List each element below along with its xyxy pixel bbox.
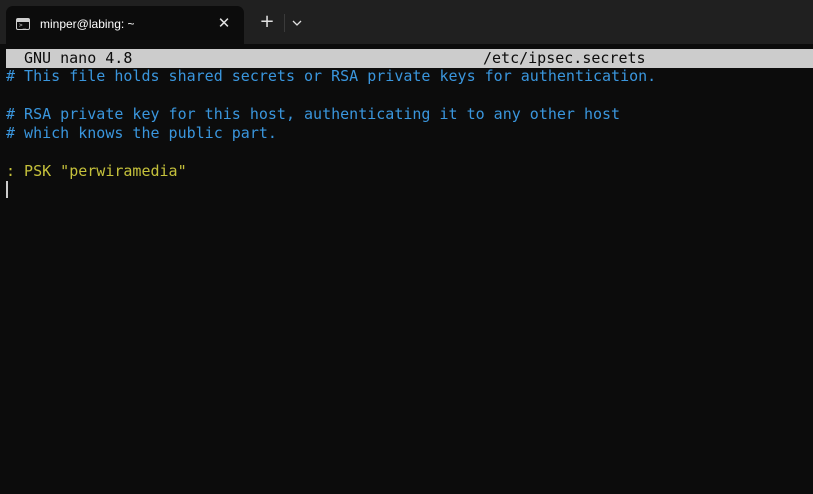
file-line-3: # RSA private key for this host, authent… bbox=[6, 105, 621, 123]
chevron-down-icon bbox=[292, 20, 302, 26]
new-tab-button[interactable]: + bbox=[256, 12, 278, 34]
terminal-area[interactable]: GNU nano 4.8 /etc/ipsec.secrets # This f… bbox=[0, 44, 813, 494]
profile-dropdown-button[interactable] bbox=[288, 13, 306, 33]
file-line-6: : PSK "perwiramedia" bbox=[6, 162, 187, 180]
nano-header-bar: GNU nano 4.8 /etc/ipsec.secrets bbox=[6, 49, 813, 68]
file-line-4: # which knows the public part. bbox=[6, 124, 277, 142]
terminal-tab[interactable]: >_ minper@labing: ~ ✕ bbox=[6, 6, 244, 44]
nano-filename: /etc/ipsec.secrets bbox=[483, 49, 646, 67]
nano-version: GNU nano 4.8 bbox=[24, 49, 133, 67]
file-line-1: # This file holds shared secrets or RSA … bbox=[6, 67, 657, 85]
title-bar: >_ minper@labing: ~ ✕ + bbox=[0, 0, 813, 44]
titlebar-divider bbox=[284, 14, 285, 32]
terminal-icon: >_ bbox=[16, 18, 30, 30]
close-icon: ✕ bbox=[217, 14, 231, 32]
plus-icon: + bbox=[259, 11, 275, 32]
tab-title: minper@labing: ~ bbox=[40, 17, 135, 31]
close-tab-button[interactable]: ✕ bbox=[214, 13, 234, 33]
text-cursor bbox=[6, 181, 8, 198]
